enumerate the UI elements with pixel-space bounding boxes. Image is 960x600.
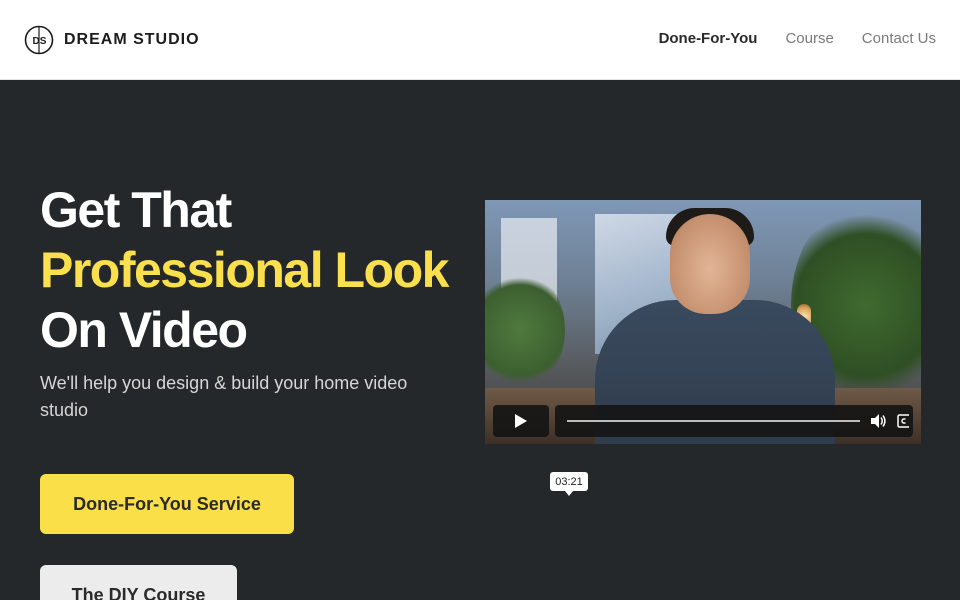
- headline-highlight: Professional Look: [40, 242, 449, 298]
- nav-contact-us[interactable]: Contact Us: [862, 30, 936, 47]
- primary-nav: Done-For-You Course Contact Us: [659, 30, 936, 47]
- video-player[interactable]: [485, 200, 921, 444]
- nav-done-for-you[interactable]: Done-For-You: [659, 30, 758, 47]
- brand-logo-link[interactable]: DS DREAM STUDIO: [24, 25, 200, 55]
- diy-course-button[interactable]: The DIY Course: [40, 565, 237, 600]
- hero-headline: Get That Professional Look On Video: [40, 180, 449, 360]
- seek-bar[interactable]: [567, 420, 860, 422]
- brand-name: DREAM STUDIO: [64, 31, 200, 48]
- play-icon: [515, 414, 527, 428]
- top-navigation-bar: DS DREAM STUDIO Done-For-You Course Cont…: [0, 0, 960, 80]
- video-controls: [493, 405, 913, 437]
- video-time-tooltip: 03:21: [550, 472, 588, 496]
- headline-line-1: Get That: [40, 182, 232, 238]
- dream-studio-logo-icon: DS: [24, 25, 54, 55]
- play-button[interactable]: [493, 405, 549, 437]
- hero-subtitle: We'll help you design & build your home …: [40, 373, 408, 420]
- volume-icon[interactable]: [869, 412, 887, 430]
- video-frame-presenter-face: [670, 214, 750, 314]
- headline-line-3: On Video: [40, 302, 248, 358]
- captions-icon[interactable]: [897, 413, 909, 429]
- done-for-you-service-button[interactable]: Done-For-You Service: [40, 474, 294, 534]
- nav-course[interactable]: Course: [785, 30, 833, 47]
- logo-letters: DS: [33, 36, 47, 47]
